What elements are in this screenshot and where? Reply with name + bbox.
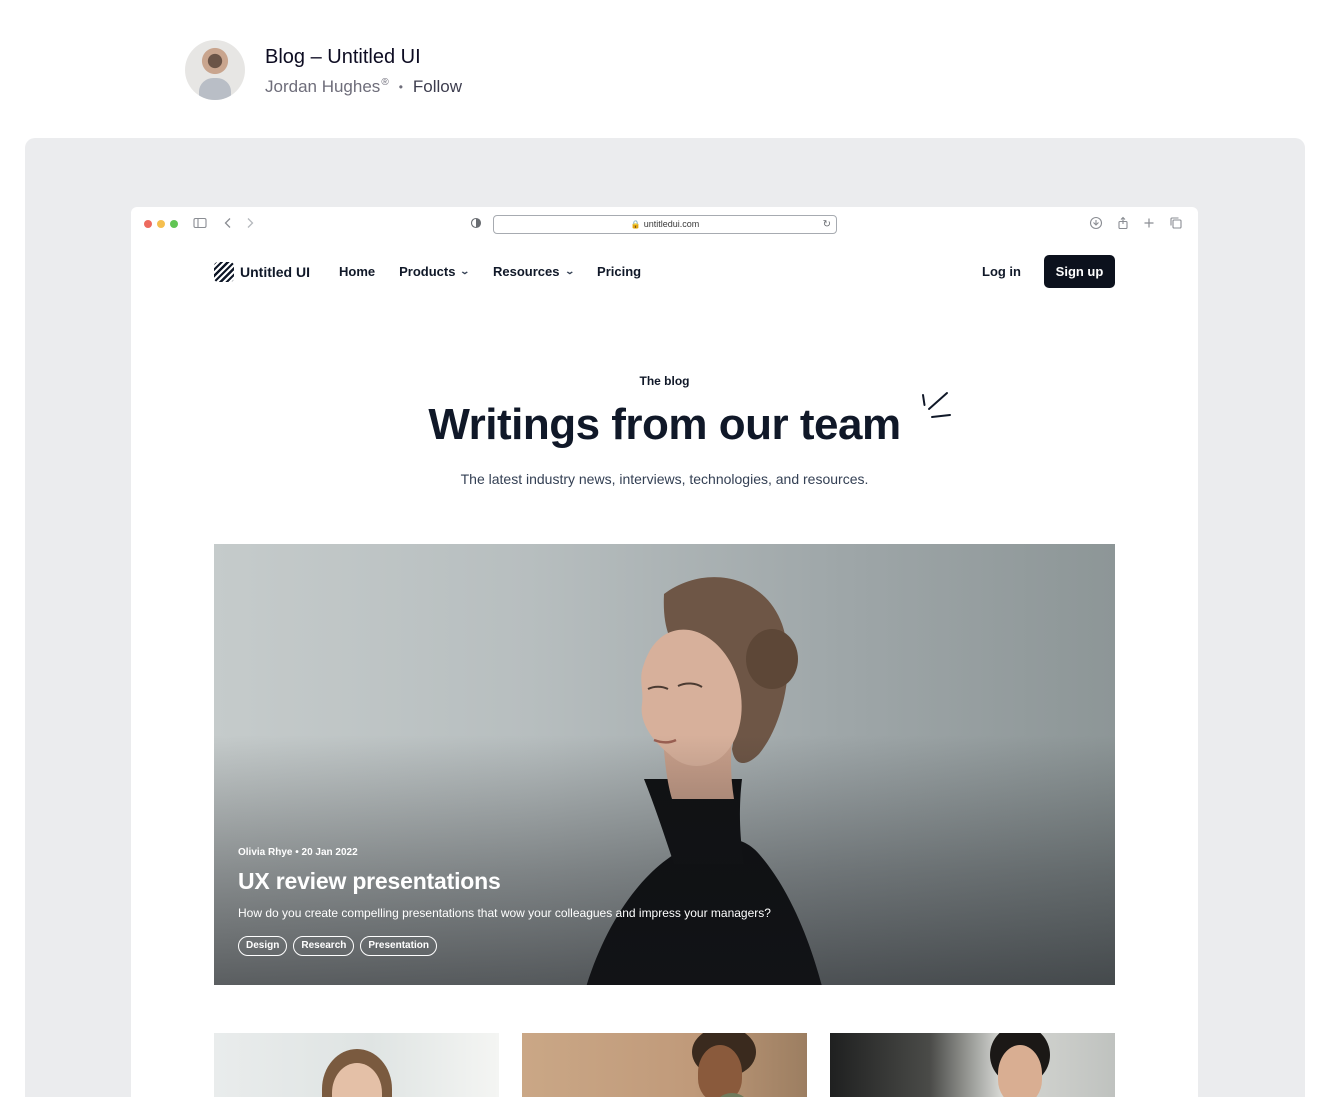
shot-byline: Jordan Hughes ® • Follow [265, 77, 462, 97]
nav-home[interactable]: Home [339, 264, 375, 279]
tag-research[interactable]: Research [293, 936, 355, 956]
featured-post-card[interactable]: Olivia Rhye • 20 Jan 2022 UX review pres… [214, 544, 1115, 985]
author-name[interactable]: Jordan Hughes [265, 77, 380, 97]
login-button[interactable]: Log in [982, 264, 1021, 279]
nav-actions: Log in Sign up [982, 255, 1115, 288]
download-icon[interactable] [1089, 216, 1103, 230]
tag-design[interactable]: Design [238, 936, 288, 956]
author-avatar[interactable] [185, 40, 245, 100]
tag-presentation[interactable]: Presentation [360, 936, 437, 956]
shot-preview: 🔒 untitledui.com ↻ Untitled UI Home Prod… [25, 138, 1305, 1097]
nav-home-label: Home [339, 264, 376, 279]
post-description: How do you create compelling presentatio… [238, 906, 771, 920]
site-header: Untitled UI Home Products ⌄ Resources ⌄ Pr… [214, 255, 1115, 288]
lock-icon: 🔒 [630, 220, 641, 229]
nav-resources-label: Resources [493, 264, 560, 279]
forward-icon[interactable] [243, 216, 257, 230]
nav-pricing[interactable]: Pricing [597, 264, 641, 279]
url-text: untitledui.com [643, 219, 700, 229]
close-window-icon[interactable] [144, 220, 152, 228]
privacy-shield-icon[interactable] [469, 216, 483, 230]
window-controls [144, 220, 178, 228]
main-nav: Home Products ⌄ Resources ⌄ Pricing [339, 264, 641, 279]
post-card[interactable] [522, 1033, 807, 1097]
shot-header: Blog – Untitled UI Jordan Hughes ® • Foll… [185, 40, 462, 100]
post-tags: Design Research Presentation [238, 936, 771, 956]
share-icon[interactable] [1116, 216, 1130, 230]
site-logo[interactable]: Untitled UI [214, 261, 310, 282]
browser-window: 🔒 untitledui.com ↻ Untitled UI Home Prod… [131, 207, 1198, 1097]
shot-title: Blog – Untitled UI [265, 45, 421, 68]
post-card-image-face [698, 1045, 742, 1097]
logo-mark-icon [214, 261, 234, 282]
nav-products[interactable]: Products ⌄ [399, 264, 471, 279]
logo-text: Untitled UI [240, 263, 310, 280]
follow-button[interactable]: Follow [413, 77, 462, 97]
author-registered-mark: ® [381, 77, 389, 88]
nav-resources[interactable]: Resources ⌄ [493, 264, 575, 279]
nav-products-label: Products [399, 264, 456, 279]
nav-pricing-label: Pricing [597, 264, 642, 279]
post-meta: Olivia Rhye • 20 Jan 2022 [238, 847, 358, 858]
section-eyebrow: The blog [639, 374, 690, 388]
back-icon[interactable] [221, 216, 235, 230]
shot-meta: Blog – Untitled UI Jordan Hughes ® • Foll… [265, 44, 462, 97]
page-title: Writings from our team [428, 400, 901, 449]
post-card[interactable] [214, 1033, 499, 1097]
featured-post-content: Olivia Rhye • 20 Jan 2022 UX review pres… [238, 847, 771, 956]
sidebar-toggle-icon[interactable] [193, 216, 207, 230]
maximize-window-icon[interactable] [170, 220, 178, 228]
reload-icon[interactable]: ↻ [823, 216, 831, 233]
tab-overview-icon[interactable] [1169, 216, 1183, 230]
chevron-down-icon: ⌄ [459, 266, 471, 276]
minimize-window-icon[interactable] [157, 220, 165, 228]
browser-toolbar: 🔒 untitledui.com ↻ [131, 207, 1198, 241]
byline-separator: • [398, 79, 403, 94]
post-title[interactable]: UX review presentations [238, 868, 771, 895]
chevron-down-icon: ⌄ [563, 266, 575, 276]
address-bar[interactable]: 🔒 untitledui.com ↻ [493, 215, 837, 234]
post-card-image-face [998, 1045, 1042, 1097]
page-subtitle: The latest industry news, interviews, te… [460, 471, 869, 487]
signup-button[interactable]: Sign up [1044, 255, 1115, 288]
sparkle-decoration-icon [922, 392, 951, 418]
post-card[interactable] [830, 1033, 1115, 1097]
new-tab-icon[interactable] [1142, 216, 1156, 230]
